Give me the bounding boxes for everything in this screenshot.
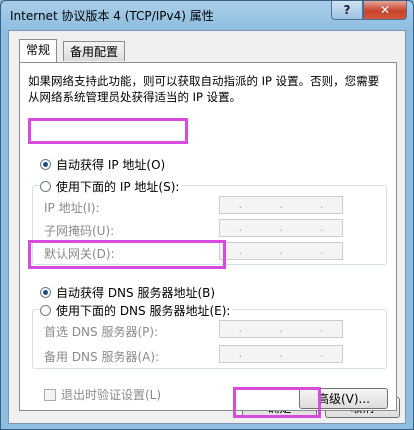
tab-general-label: 常规	[26, 43, 51, 57]
subnet-mask-label: 子网掩码(U):	[44, 224, 115, 238]
close-icon: ✕	[379, 3, 391, 17]
validate-on-exit-option[interactable]: 退出时验证设置(L)	[44, 386, 161, 403]
dns-auto-option[interactable]: 自动获得 DNS 服务器地址(B)	[40, 284, 215, 301]
dns-manual-label: 使用下面的 DNS 服务器地址(E):	[56, 304, 231, 318]
window-title: Internet 协议版本 4 (TCP/IPv4) 属性	[10, 9, 214, 23]
tab-general[interactable]: 常规	[19, 39, 58, 62]
preferred-dns-field[interactable]: ...	[219, 320, 343, 338]
tab-alternate-config[interactable]: 备用配置	[63, 41, 126, 61]
ip-address-label: IP 地址(I):	[44, 201, 100, 215]
alternate-dns-field[interactable]: ...	[219, 345, 343, 363]
tab-alternate-config-label: 备用配置	[70, 45, 119, 59]
description-text: 如果网络支持此功能，则可以获取自动指派的 IP 设置。否则，您需要从网络系统管理…	[28, 74, 380, 104]
help-button[interactable]: ?	[331, 1, 363, 20]
validate-on-exit-label: 退出时验证设置(L)	[61, 388, 162, 402]
dns-auto-label: 自动获得 DNS 服务器地址(B)	[56, 286, 216, 300]
ip-auto-option[interactable]: 自动获得 IP 地址(O)	[40, 156, 165, 173]
dns-manual-option[interactable]: 使用下面的 DNS 服务器地址(E):	[40, 302, 234, 319]
dialog-client-area: 常规 备用配置 如果网络支持此功能，则可以获取自动指派的 IP 设置。否则，您需…	[8, 30, 406, 424]
general-tab-panel: 如果网络支持此功能，则可以获取自动指派的 IP 设置。否则，您需要从网络系统管理…	[19, 62, 397, 411]
dns-auto-radio[interactable]	[40, 287, 51, 298]
validate-on-exit-checkbox[interactable]	[44, 388, 56, 401]
close-button[interactable]: ✕	[363, 1, 407, 20]
dialog-window: Internet 协议版本 4 (TCP/IPv4) 属性 ? ✕ 常规 备用配…	[0, 0, 414, 430]
ip-manual-label: 使用下面的 IP 地址(S):	[56, 180, 180, 194]
ip-auto-label: 自动获得 IP 地址(O)	[56, 158, 166, 172]
ip-auto-radio[interactable]	[40, 159, 51, 170]
dns-manual-radio[interactable]	[40, 305, 51, 316]
default-gateway-label: 默认网关(D):	[44, 247, 115, 261]
subnet-mask-field[interactable]: ...	[219, 219, 343, 237]
ip-address-field[interactable]: ...	[219, 196, 343, 214]
alternate-dns-label: 备用 DNS 服务器(A):	[44, 350, 160, 364]
ip-manual-option[interactable]: 使用下面的 IP 地址(S):	[40, 178, 183, 195]
title-bar[interactable]: Internet 协议版本 4 (TCP/IPv4) 属性 ? ✕	[1, 1, 413, 29]
advanced-button[interactable]: 高级(V)...	[299, 388, 388, 409]
preferred-dns-label: 首选 DNS 服务器(P):	[44, 325, 159, 339]
ip-manual-radio[interactable]	[40, 181, 51, 192]
default-gateway-field[interactable]: ...	[219, 242, 343, 260]
